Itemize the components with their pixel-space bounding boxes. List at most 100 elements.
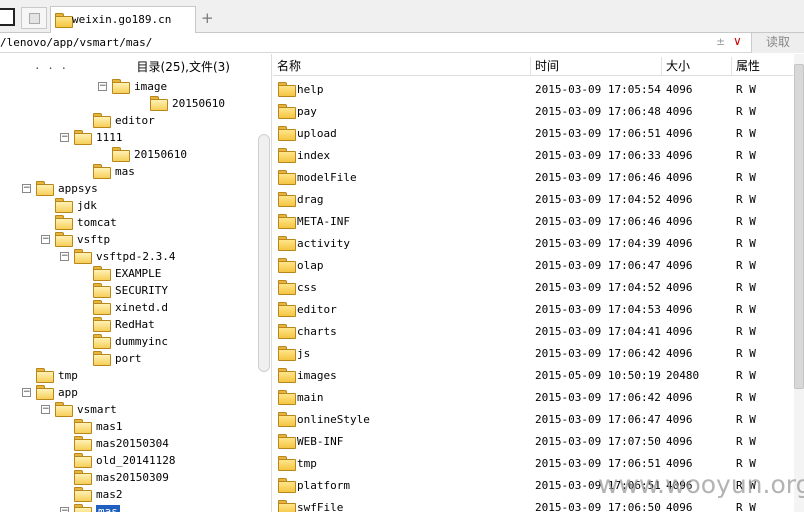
file-row[interactable]: drag 2015-03-09 17:04:52 4096 R W bbox=[273, 188, 793, 210]
tree-node-label: port bbox=[115, 352, 142, 365]
folder-icon bbox=[93, 113, 111, 129]
tab-previous[interactable] bbox=[0, 8, 15, 26]
folder-icon bbox=[36, 368, 54, 384]
file-attributes: R W bbox=[736, 413, 756, 426]
new-tab-button[interactable]: + bbox=[201, 9, 214, 27]
folder-icon bbox=[278, 368, 296, 384]
collapse-toggle-icon[interactable]: − bbox=[22, 184, 31, 193]
folder-icon bbox=[278, 500, 296, 512]
file-name: META-INF bbox=[297, 215, 350, 228]
file-row[interactable]: pay 2015-03-09 17:06:48 4096 R W bbox=[273, 100, 793, 122]
file-time: 2015-03-09 17:04:52 bbox=[535, 281, 661, 294]
file-row[interactable]: WEB-INF 2015-03-09 17:07:50 4096 R W bbox=[273, 430, 793, 452]
file-row[interactable]: js 2015-03-09 17:06:42 4096 R W bbox=[273, 342, 793, 364]
tree-node-label: mas bbox=[115, 165, 135, 178]
file-attributes: R W bbox=[736, 303, 756, 316]
folder-icon bbox=[93, 351, 111, 367]
folder-icon bbox=[278, 170, 296, 186]
folder-icon bbox=[278, 434, 296, 450]
file-attributes: R W bbox=[736, 237, 756, 250]
collapse-toggle-icon[interactable]: − bbox=[60, 252, 69, 261]
folder-icon bbox=[278, 324, 296, 340]
file-name: upload bbox=[297, 127, 337, 140]
chevron-down-icon[interactable]: ∨ bbox=[733, 34, 742, 48]
file-size: 4096 bbox=[666, 457, 693, 470]
collapse-toggle-icon[interactable]: − bbox=[41, 235, 50, 244]
file-attributes: R W bbox=[736, 347, 756, 360]
file-row[interactable]: olap 2015-03-09 17:06:47 4096 R W bbox=[273, 254, 793, 276]
file-row[interactable]: upload 2015-03-09 17:06:51 4096 R W bbox=[273, 122, 793, 144]
file-size: 4096 bbox=[666, 215, 693, 228]
page-icon bbox=[29, 13, 40, 24]
file-row[interactable]: images 2015-05-09 10:50:19 20480 R W bbox=[273, 364, 793, 386]
folder-icon bbox=[93, 164, 111, 180]
tree-node-label: app bbox=[58, 386, 78, 399]
collapse-toggle-icon[interactable]: − bbox=[22, 388, 31, 397]
tab-active[interactable]: weixin.go189.cn bbox=[50, 6, 196, 34]
folder-icon bbox=[55, 232, 73, 248]
file-row[interactable]: css 2015-03-09 17:04:52 4096 R W bbox=[273, 276, 793, 298]
file-row[interactable]: META-INF 2015-03-09 17:06:46 4096 R W bbox=[273, 210, 793, 232]
column-header-name[interactable]: 名称 bbox=[273, 57, 531, 75]
tree-node-label: 20150610 bbox=[134, 148, 187, 161]
file-size: 4096 bbox=[666, 193, 693, 206]
tree-node-label: SECURITY bbox=[115, 284, 168, 297]
folder-icon bbox=[74, 130, 92, 146]
file-time: 2015-03-09 17:06:46 bbox=[535, 215, 661, 228]
collapse-toggle-icon[interactable]: − bbox=[60, 133, 69, 142]
file-row[interactable]: main 2015-03-09 17:06:42 4096 R W bbox=[273, 386, 793, 408]
folder-icon bbox=[74, 487, 92, 503]
file-row[interactable]: activity 2015-03-09 17:04:39 4096 R W bbox=[273, 232, 793, 254]
folder-icon bbox=[278, 214, 296, 230]
folder-icon bbox=[278, 148, 296, 164]
folder-icon bbox=[278, 82, 296, 98]
collapse-toggle-icon[interactable]: − bbox=[98, 82, 107, 91]
folder-icon bbox=[55, 215, 73, 231]
file-time: 2015-03-09 17:05:54 bbox=[535, 83, 661, 96]
tree-scrollbar[interactable] bbox=[258, 134, 270, 372]
file-size: 4096 bbox=[666, 303, 693, 316]
column-header-size[interactable]: 大小 bbox=[662, 57, 732, 75]
file-time: 2015-03-09 17:06:51 bbox=[535, 127, 661, 140]
tree-node-label: mas bbox=[96, 505, 120, 512]
file-size: 4096 bbox=[666, 325, 693, 338]
folder-icon bbox=[112, 79, 130, 95]
tab-blank[interactable] bbox=[21, 7, 47, 29]
file-row[interactable]: help 2015-03-09 17:05:54 4096 R W bbox=[273, 78, 793, 100]
file-list-header: 名称 时间 大小 属性 bbox=[273, 54, 793, 76]
file-time: 2015-03-09 17:04:39 bbox=[535, 237, 661, 250]
file-name: onlineStyle bbox=[297, 413, 370, 426]
folder-icon bbox=[36, 181, 54, 197]
folder-icon bbox=[278, 412, 296, 428]
file-list-scrollbar[interactable] bbox=[794, 54, 804, 512]
tree-node-label: vsmart bbox=[77, 403, 117, 416]
file-time: 2015-03-09 17:04:41 bbox=[535, 325, 661, 338]
column-header-attr[interactable]: 属性 bbox=[732, 57, 793, 75]
file-attributes: R W bbox=[736, 435, 756, 448]
collapse-toggle-icon[interactable]: − bbox=[41, 405, 50, 414]
directory-stats: 目录(25),文件(3) bbox=[136, 60, 230, 74]
file-attributes: R W bbox=[736, 281, 756, 294]
file-row[interactable]: modelFile 2015-03-09 17:06:46 4096 R W bbox=[273, 166, 793, 188]
file-row[interactable]: onlineStyle 2015-03-09 17:06:47 4096 R W bbox=[273, 408, 793, 430]
file-row[interactable]: editor 2015-03-09 17:04:53 4096 R W bbox=[273, 298, 793, 320]
tree-node-label: vsftp bbox=[77, 233, 111, 246]
file-name: main bbox=[297, 391, 324, 404]
folder-icon bbox=[278, 192, 296, 208]
column-header-time[interactable]: 时间 bbox=[531, 57, 662, 75]
file-size: 4096 bbox=[666, 83, 693, 96]
file-time: 2015-03-09 17:04:52 bbox=[535, 193, 661, 206]
file-attributes: R W bbox=[736, 105, 756, 118]
history-icon[interactable]: ± bbox=[716, 35, 725, 48]
parent-directory-link[interactable]: . . . bbox=[34, 59, 67, 72]
file-row[interactable]: index 2015-03-09 17:06:33 4096 R W bbox=[273, 144, 793, 166]
file-name: editor bbox=[297, 303, 337, 316]
file-name: drag bbox=[297, 193, 324, 206]
file-row[interactable]: charts 2015-03-09 17:04:41 4096 R W bbox=[273, 320, 793, 342]
read-button[interactable]: 读取 bbox=[751, 33, 804, 53]
folder-icon bbox=[278, 456, 296, 472]
tree-node-label: mas2 bbox=[96, 488, 123, 501]
address-path-input[interactable]: /lenovo/app/vsmart/mas/ bbox=[0, 36, 152, 49]
scrollbar-thumb[interactable] bbox=[794, 64, 804, 389]
collapse-toggle-icon[interactable]: − bbox=[60, 507, 69, 512]
